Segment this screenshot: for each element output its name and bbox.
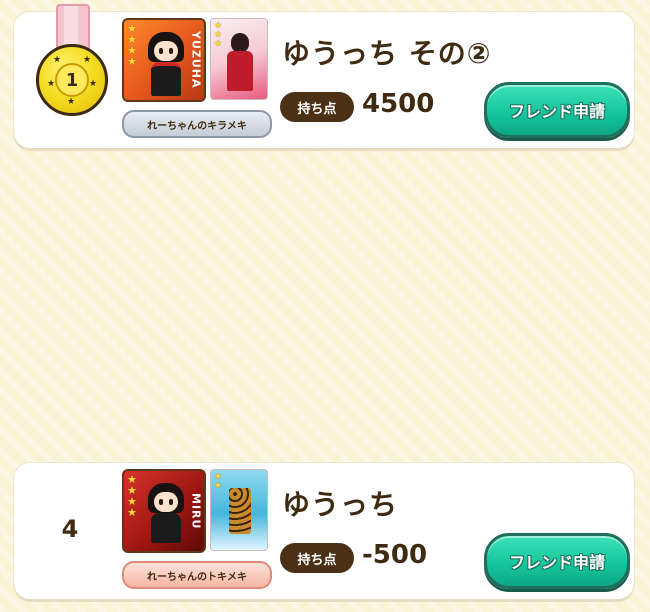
points-value: 4500: [362, 89, 435, 119]
friend-request-button[interactable]: フレンド申請: [484, 82, 630, 138]
rarity-stars: ★ ★ ★ ★: [127, 473, 137, 519]
points-label: 持ち点: [280, 92, 354, 122]
rank-number: 4: [61, 515, 79, 543]
ranking-card-1: ★ ★ ★ ★ ★ 1 ★ ★ ★ ★ YUZUHA ★ ★ ★ れーちゃんのキラメキ ゆ…: [14, 4, 634, 148]
medal-disc: ★ ★ ★ ★ ★ 1: [36, 44, 108, 116]
star-icon: ★: [47, 79, 56, 89]
rank-number: 1: [55, 63, 89, 97]
character-figure: [146, 483, 186, 547]
star-icon: ★: [67, 97, 76, 107]
character-name-label: YUZUHA: [189, 31, 203, 89]
star-icon: ★: [53, 55, 62, 65]
friend-request-button[interactable]: フレンド申請: [484, 533, 630, 589]
character-avatar[interactable]: ★ ★ ★ ★ YUZUHA: [122, 18, 206, 102]
points-value: -500: [362, 540, 428, 570]
player-name: ゆうっち: [282, 488, 399, 521]
rarity-stars: ★ ★ ★ ★: [127, 22, 137, 68]
character-figure: [146, 32, 186, 96]
member-photo: [227, 484, 253, 542]
member-photo-card[interactable]: ★ ★: [210, 469, 268, 551]
rarity-stars: ★ ★: [214, 472, 223, 491]
gold-medal-icon: ★ ★ ★ ★ ★ 1: [36, 4, 108, 116]
star-icon: ★: [83, 55, 92, 65]
ranking-card-2: 4 ★ ★ ★ ★ MIRU ★ ★ れーちゃんのトキメキ ゆうっち 持ち点 -500 …: [14, 463, 634, 599]
player-name: ゆうっち その②: [282, 37, 492, 70]
member-photo-card[interactable]: ★ ★ ★: [210, 18, 268, 100]
character-name-label: MIRU: [189, 492, 203, 530]
star-icon: ★: [89, 79, 98, 89]
character-avatar[interactable]: ★ ★ ★ ★ MIRU: [122, 469, 206, 553]
skill-tag: れーちゃんのキラメキ: [122, 110, 272, 138]
member-photo: [227, 33, 253, 91]
points-label: 持ち点: [280, 543, 354, 573]
rarity-stars: ★ ★ ★: [214, 21, 223, 49]
skill-tag: れーちゃんのトキメキ: [122, 561, 272, 589]
